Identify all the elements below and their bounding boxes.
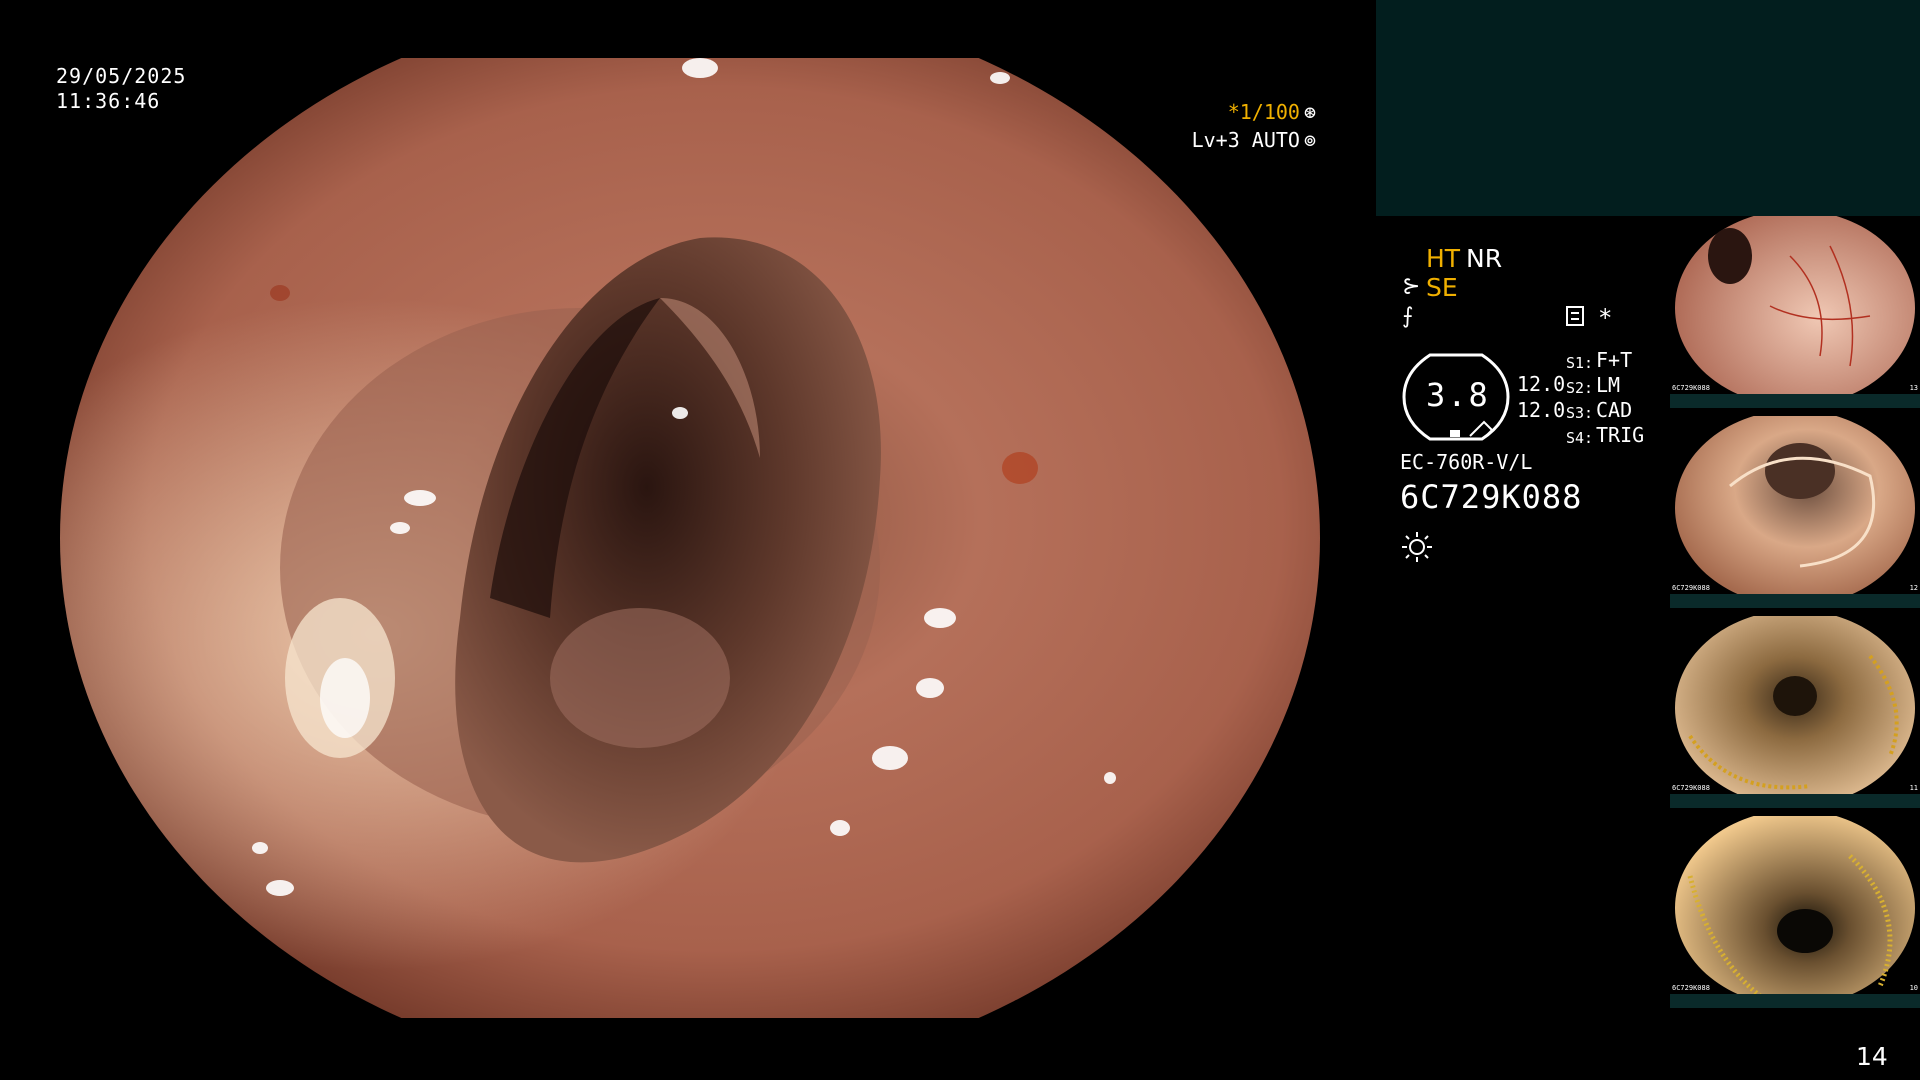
thumbnail-serial: 6C729K088: [1672, 584, 1710, 592]
scope-slot-1-label: S1:: [1566, 354, 1594, 372]
shutter-speed: *1/100: [1227, 100, 1300, 124]
scope-serial: 6C729K088: [1400, 478, 1583, 516]
thumbnail-index: 11: [1909, 784, 1918, 792]
scope-slot-4-label: S4:: [1566, 429, 1594, 447]
mode-se: SE: [1426, 273, 1458, 302]
thumbnail-serial: 6C729K088: [1672, 984, 1710, 992]
thumbnail-2[interactable]: 6C729K088 12: [1670, 416, 1920, 608]
scope-slot-2-value: LM: [1596, 373, 1621, 397]
thumbnail-bar: [1670, 794, 1920, 808]
scope-slot-4-value: TRIG: [1596, 423, 1645, 447]
capture-time: 11:36:46: [56, 89, 161, 113]
endoscope-main-view: [60, 58, 1320, 1018]
thumbnail-serial: 6C729K088: [1672, 384, 1710, 392]
gauge-angle-icon: [1469, 420, 1494, 437]
filter-icon: ⨍: [1402, 304, 1414, 329]
gauge-readout-1: 12.0: [1517, 372, 1566, 396]
exposure-readout: Lv+3 AUTO ⊚: [1192, 128, 1316, 152]
patient-info-panel: [1376, 0, 1920, 216]
thumbnail-bar: [1670, 994, 1920, 1008]
thumbnail-image: [1675, 216, 1915, 406]
light-source-icon: [1402, 532, 1432, 562]
thumbnail-index: 10: [1909, 984, 1918, 992]
thumbnail-image: [1675, 616, 1915, 806]
scope-slot-2-label: S2:: [1566, 379, 1594, 397]
mode-nr: NR: [1466, 244, 1503, 273]
memo-icon: [1566, 306, 1584, 326]
scope-model: EC-760R-V/L: [1400, 450, 1533, 474]
gauge-value: 3.8: [1426, 376, 1490, 414]
thumbnail-1[interactable]: 6C729K088 13: [1670, 216, 1920, 408]
capture-datetime: 29/05/2025 11:36:46: [56, 64, 186, 114]
gauge-marker-icon: [1450, 430, 1460, 437]
page-number: 14: [1856, 1042, 1888, 1071]
thumbnail-3[interactable]: 6C729K088 11: [1670, 616, 1920, 808]
thumbnail-bar: [1670, 394, 1920, 408]
thumbnail-index: 12: [1909, 584, 1918, 592]
exposure-level: Lv+3 AUTO: [1191, 128, 1300, 152]
capture-date: 29/05/2025: [56, 64, 187, 88]
scope-slot-1-value: F+T: [1596, 348, 1633, 372]
scope-slot-3-value: CAD: [1596, 398, 1633, 422]
thumbnail-image: [1675, 816, 1915, 1006]
thumbnail-index: 13: [1909, 384, 1918, 392]
thumbnail-bar: [1670, 594, 1920, 608]
aperture-icon: ⊛: [1303, 100, 1316, 124]
thumbnail-4[interactable]: 6C729K088 10: [1670, 816, 1920, 1008]
mode-ht: HT: [1426, 244, 1461, 273]
thumbnail-image: [1675, 416, 1915, 606]
structure-enhance-icon: ⊱: [1402, 274, 1421, 299]
thumbnail-serial: 6C729K088: [1672, 784, 1710, 792]
shutter-readout: *1/100 ⊛: [1228, 100, 1316, 124]
gauge-readout-2: 12.0: [1517, 398, 1566, 422]
asterisk-indicator: *: [1598, 304, 1613, 332]
scope-slot-3-label: S3:: [1566, 404, 1594, 422]
auto-iris-icon: ⊚: [1303, 128, 1316, 152]
